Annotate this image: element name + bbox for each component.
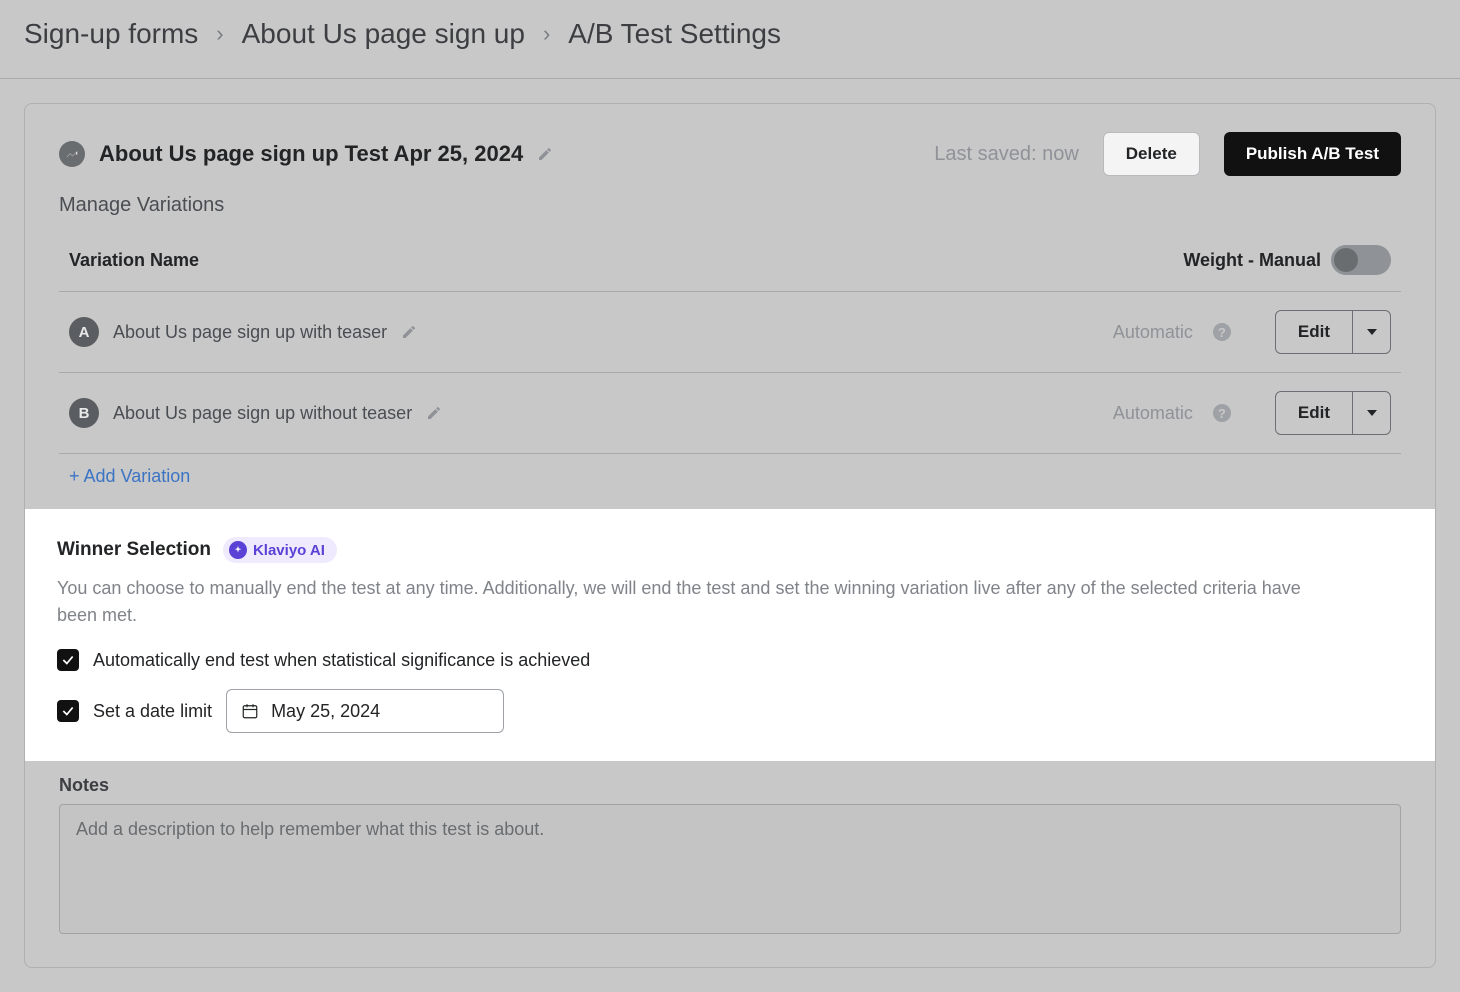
weight-label: Weight - Manual bbox=[1183, 250, 1321, 271]
test-title: About Us page sign up Test Apr 25, 2024 bbox=[99, 141, 523, 167]
weight-mode-label: Automatic bbox=[1113, 322, 1193, 343]
edit-variation-dropdown[interactable] bbox=[1352, 392, 1390, 434]
variation-letter-badge: A bbox=[69, 317, 99, 347]
date-limit-checkbox[interactable] bbox=[57, 700, 79, 722]
manage-variations-title: Manage Variations bbox=[59, 194, 1401, 217]
weight-toggle[interactable] bbox=[1331, 245, 1391, 275]
notes-textarea[interactable] bbox=[59, 804, 1401, 934]
edit-variation-dropdown[interactable] bbox=[1352, 311, 1390, 353]
last-saved-text: Last saved: now bbox=[934, 143, 1079, 166]
breadcrumb: Sign-up forms › About Us page sign up › … bbox=[0, 0, 1460, 79]
variation-name: About Us page sign up without teaser bbox=[113, 403, 412, 424]
edit-variation-button[interactable]: Edit bbox=[1276, 311, 1352, 353]
winner-selection-description: You can choose to manually end the test … bbox=[57, 575, 1307, 629]
edit-variation-button[interactable]: Edit bbox=[1276, 392, 1352, 434]
date-limit-label: Set a date limit bbox=[93, 701, 212, 722]
chevron-down-icon bbox=[1367, 329, 1377, 335]
date-limit-row: Set a date limit May 25, 2024 bbox=[57, 689, 1403, 733]
chevron-right-icon: › bbox=[216, 21, 223, 47]
column-variation-name: Variation Name bbox=[69, 250, 199, 271]
klaviyo-ai-badge: Klaviyo AI bbox=[223, 537, 337, 563]
variation-letter-badge: B bbox=[69, 398, 99, 428]
add-variation-link[interactable]: + Add Variation bbox=[59, 454, 200, 509]
breadcrumb-item-ab-settings[interactable]: A/B Test Settings bbox=[568, 18, 781, 50]
breadcrumb-item-about-us[interactable]: About Us page sign up bbox=[242, 18, 525, 50]
test-header: About Us page sign up Test Apr 25, 2024 … bbox=[59, 132, 1401, 176]
help-icon[interactable]: ? bbox=[1213, 404, 1231, 422]
edit-variation-button-group: Edit bbox=[1275, 310, 1391, 354]
delete-button[interactable]: Delete bbox=[1103, 132, 1200, 176]
breadcrumb-item-signup-forms[interactable]: Sign-up forms bbox=[24, 18, 198, 50]
help-icon[interactable]: ? bbox=[1213, 323, 1231, 341]
variation-row-a: A About Us page sign up with teaser Auto… bbox=[59, 292, 1401, 373]
date-limit-value: May 25, 2024 bbox=[271, 701, 380, 722]
chevron-down-icon bbox=[1367, 410, 1377, 416]
sparkle-icon bbox=[229, 541, 247, 559]
auto-end-checkbox[interactable] bbox=[57, 649, 79, 671]
notes-label: Notes bbox=[59, 775, 1401, 796]
calendar-icon bbox=[241, 702, 259, 720]
variation-name: About Us page sign up with teaser bbox=[113, 322, 387, 343]
auto-end-checkbox-row: Automatically end test when statistical … bbox=[57, 649, 1403, 671]
variations-header-row: Variation Name Weight - Manual bbox=[59, 245, 1401, 292]
date-limit-input[interactable]: May 25, 2024 bbox=[226, 689, 504, 733]
chevron-right-icon: › bbox=[543, 21, 550, 47]
edit-variation-name-icon[interactable] bbox=[426, 405, 442, 421]
weight-mode-label: Automatic bbox=[1113, 403, 1193, 424]
edit-variation-button-group: Edit bbox=[1275, 391, 1391, 435]
ai-badge-label: Klaviyo AI bbox=[253, 542, 325, 559]
variation-row-b: B About Us page sign up without teaser A… bbox=[59, 373, 1401, 454]
winner-selection-section: Winner Selection Klaviyo AI You can choo… bbox=[24, 509, 1436, 761]
edit-title-icon[interactable] bbox=[537, 146, 553, 162]
auto-end-label: Automatically end test when statistical … bbox=[93, 650, 590, 671]
winner-selection-title: Winner Selection bbox=[57, 539, 211, 561]
edit-variation-name-icon[interactable] bbox=[401, 324, 417, 340]
test-icon bbox=[59, 141, 85, 167]
publish-button[interactable]: Publish A/B Test bbox=[1224, 132, 1401, 176]
settings-card: About Us page sign up Test Apr 25, 2024 … bbox=[24, 103, 1436, 968]
